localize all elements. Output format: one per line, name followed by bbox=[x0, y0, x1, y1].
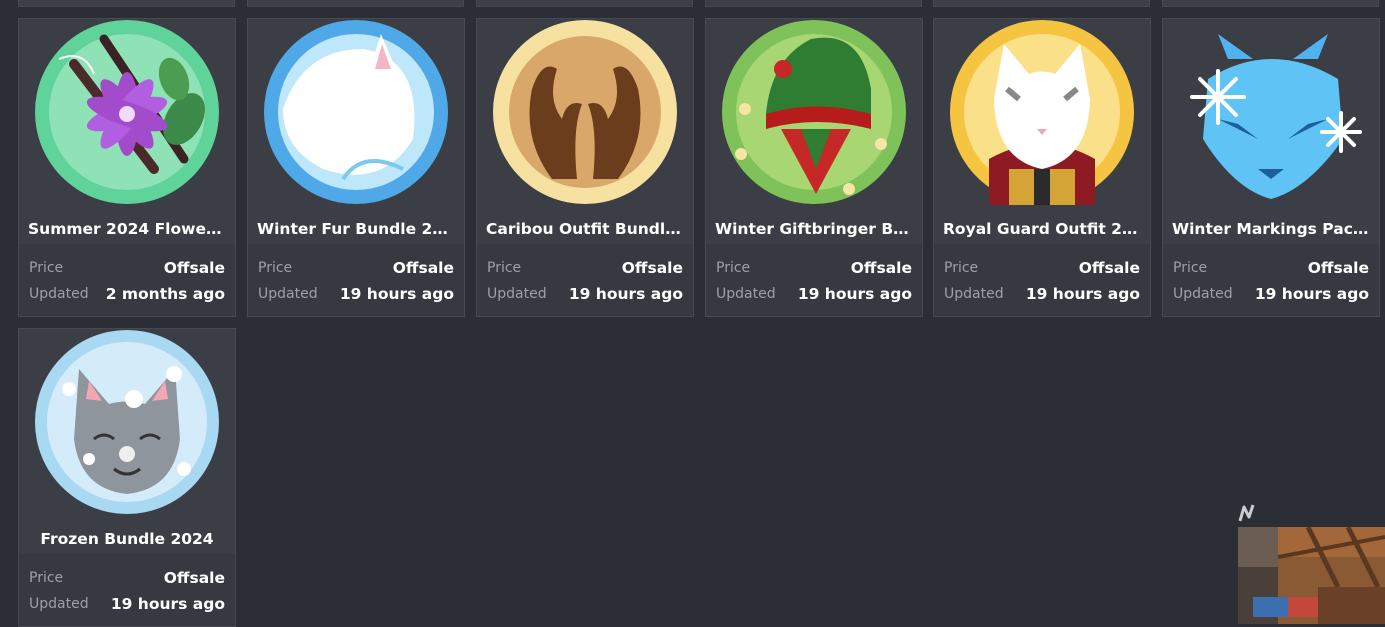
bundle-meta: Price Offsale Updated 19 hours ago bbox=[706, 244, 922, 316]
webcam-overlay bbox=[1238, 527, 1385, 624]
prev-row-card-stub bbox=[1162, 0, 1379, 7]
bundle-meta: Price Offsale Updated 19 hours ago bbox=[1163, 244, 1379, 316]
bundle-name[interactable]: Royal Guard Outfit 2024 bbox=[934, 214, 1150, 244]
bundle-card[interactable]: Winter Giftbringer Bun... Price Offsale U… bbox=[705, 18, 923, 317]
bundle-meta: Price Offsale Updated 19 hours ago bbox=[19, 554, 235, 626]
price-value: Offsale bbox=[850, 259, 912, 277]
frozen-cat-icon bbox=[19, 329, 235, 537]
bundle-name[interactable]: Summer 2024 Flower B... bbox=[19, 214, 235, 244]
bundle-meta: Price Offsale Updated 2 months ago bbox=[19, 244, 235, 316]
price-value: Offsale bbox=[621, 259, 683, 277]
bundle-card[interactable]: Royal Guard Outfit 2024 Price Offsale Upd… bbox=[933, 18, 1151, 317]
price-label: Price bbox=[1173, 260, 1208, 276]
updated-value: 19 hours ago bbox=[1025, 285, 1140, 303]
updated-label: Updated bbox=[1173, 286, 1233, 302]
winter-fur-icon bbox=[248, 19, 464, 227]
updated-label: Updated bbox=[29, 596, 89, 612]
bundle-name[interactable]: Caribou Outfit Bundle ... bbox=[477, 214, 693, 244]
bundle-name[interactable]: Winter Markings Pack ... bbox=[1163, 214, 1379, 244]
giftbringer-hat-icon bbox=[706, 19, 922, 227]
updated-value: 19 hours ago bbox=[1254, 285, 1369, 303]
updated-value: 2 months ago bbox=[105, 285, 225, 303]
bundle-meta: Price Offsale Updated 19 hours ago bbox=[477, 244, 693, 316]
updated-value: 19 hours ago bbox=[797, 285, 912, 303]
prev-row-card-stub bbox=[933, 0, 1150, 7]
bundle-card[interactable]: Summer 2024 Flower B... Price Offsale Upd… bbox=[18, 18, 236, 317]
winter-markings-icon bbox=[1163, 19, 1379, 227]
prev-row-card-stub bbox=[705, 0, 922, 7]
flower-bundle-icon bbox=[19, 19, 235, 227]
bundle-meta: Price Offsale Updated 19 hours ago bbox=[248, 244, 464, 316]
price-label: Price bbox=[29, 570, 64, 586]
bundle-card[interactable]: Winter Markings Pack ... Price Offsale Up… bbox=[1162, 18, 1380, 317]
price-value: Offsale bbox=[163, 569, 225, 587]
price-label: Price bbox=[29, 260, 64, 276]
bundle-name[interactable]: Winter Giftbringer Bun... bbox=[706, 214, 922, 244]
price-label: Price bbox=[716, 260, 751, 276]
price-value: Offsale bbox=[163, 259, 225, 277]
bundle-card[interactable]: Caribou Outfit Bundle ... Price Offsale U… bbox=[476, 18, 694, 317]
updated-label: Updated bbox=[944, 286, 1004, 302]
prev-row-card-stub bbox=[247, 0, 464, 7]
updated-label: Updated bbox=[258, 286, 318, 302]
price-value: Offsale bbox=[1078, 259, 1140, 277]
price-label: Price bbox=[944, 260, 979, 276]
bundle-name[interactable]: Frozen Bundle 2024 bbox=[19, 524, 235, 554]
price-value: Offsale bbox=[1307, 259, 1369, 277]
updated-value: 19 hours ago bbox=[110, 595, 225, 613]
updated-label: Updated bbox=[487, 286, 547, 302]
updated-label: Updated bbox=[29, 286, 89, 302]
bundle-card[interactable]: Frozen Bundle 2024 Price Offsale Updated 1… bbox=[18, 328, 236, 627]
bundle-card[interactable]: Winter Fur Bundle 2024 Price Offsale Upda… bbox=[247, 18, 465, 317]
price-label: Price bbox=[258, 260, 293, 276]
prev-row-card-stub bbox=[18, 0, 235, 7]
updated-value: 19 hours ago bbox=[568, 285, 683, 303]
price-value: Offsale bbox=[392, 259, 454, 277]
bundle-name[interactable]: Winter Fur Bundle 2024 bbox=[248, 214, 464, 244]
price-label: Price bbox=[487, 260, 522, 276]
bundle-meta: Price Offsale Updated 19 hours ago bbox=[934, 244, 1150, 316]
overlay-logo-icon bbox=[1238, 503, 1256, 523]
prev-row-card-stub bbox=[476, 0, 693, 7]
royal-guard-cat-icon bbox=[934, 19, 1150, 227]
updated-label: Updated bbox=[716, 286, 776, 302]
caribou-antlers-icon bbox=[477, 19, 693, 227]
updated-value: 19 hours ago bbox=[339, 285, 454, 303]
